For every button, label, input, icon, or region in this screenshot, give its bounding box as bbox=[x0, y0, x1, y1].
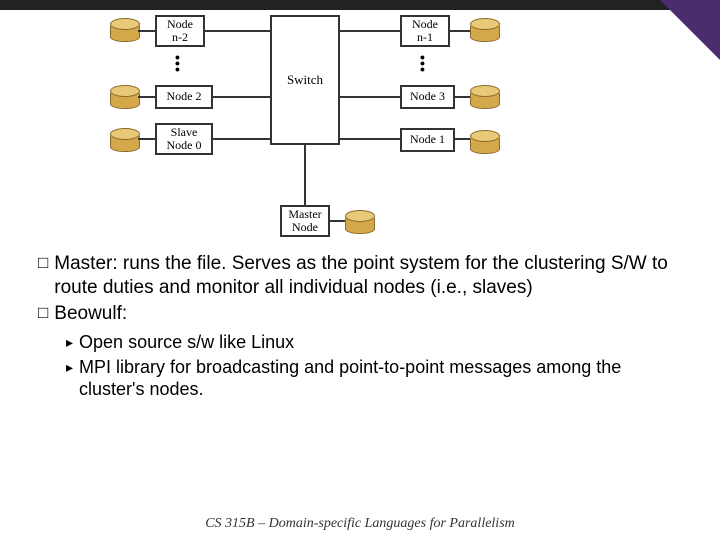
node-n-minus-2: Node n-2 bbox=[155, 15, 205, 47]
switch-box: Switch bbox=[270, 15, 340, 145]
disk-icon bbox=[470, 130, 498, 156]
dots-right: ••• bbox=[420, 54, 425, 72]
connector bbox=[304, 145, 306, 205]
node-n-minus-1: Node n-1 bbox=[400, 15, 450, 47]
node-1: Node 1 bbox=[400, 128, 455, 152]
connector bbox=[213, 96, 270, 98]
node-3: Node 3 bbox=[400, 85, 455, 109]
sub-bullet-mpi: MPI library for broadcasting and point-t… bbox=[66, 356, 680, 401]
disk-icon bbox=[110, 18, 138, 44]
master-text: runs the file. Serves as the point syste… bbox=[54, 253, 668, 298]
connector bbox=[205, 30, 270, 32]
disk-icon bbox=[110, 128, 138, 154]
connector bbox=[138, 138, 155, 140]
connector bbox=[340, 30, 400, 32]
disk-icon bbox=[470, 85, 498, 111]
bullet-beowulf: Beowulf: bbox=[38, 302, 680, 326]
cluster-diagram: Switch Node n-2 Node 2 Slave Node 0 ••• … bbox=[110, 10, 510, 245]
connector bbox=[340, 138, 400, 140]
dots-left: ••• bbox=[175, 54, 180, 72]
disk-icon bbox=[110, 85, 138, 111]
node-2: Node 2 bbox=[155, 85, 213, 109]
connector bbox=[450, 30, 470, 32]
connector bbox=[330, 220, 345, 222]
connector bbox=[138, 96, 155, 98]
sub-bullet-list: Open source s/w like Linux MPI library f… bbox=[66, 331, 680, 401]
slide-body: Master: runs the file. Serves as the poi… bbox=[38, 252, 680, 403]
slave-node-0: Slave Node 0 bbox=[155, 123, 213, 155]
bullet-master: Master: runs the file. Serves as the poi… bbox=[38, 252, 680, 300]
slide-footer: CS 315B – Domain-specific Languages for … bbox=[0, 516, 720, 532]
connector bbox=[455, 96, 470, 98]
connector bbox=[213, 138, 270, 140]
sub-bullet-open-source: Open source s/w like Linux bbox=[66, 331, 680, 354]
slide-corner-decoration bbox=[660, 0, 720, 60]
master-label: Master: bbox=[54, 253, 117, 274]
connector bbox=[340, 96, 400, 98]
connector bbox=[138, 30, 155, 32]
disk-icon bbox=[470, 18, 498, 44]
disk-icon bbox=[345, 210, 373, 236]
master-node: Master Node bbox=[280, 205, 330, 237]
connector bbox=[455, 138, 470, 140]
beowulf-label: Beowulf: bbox=[54, 303, 127, 324]
